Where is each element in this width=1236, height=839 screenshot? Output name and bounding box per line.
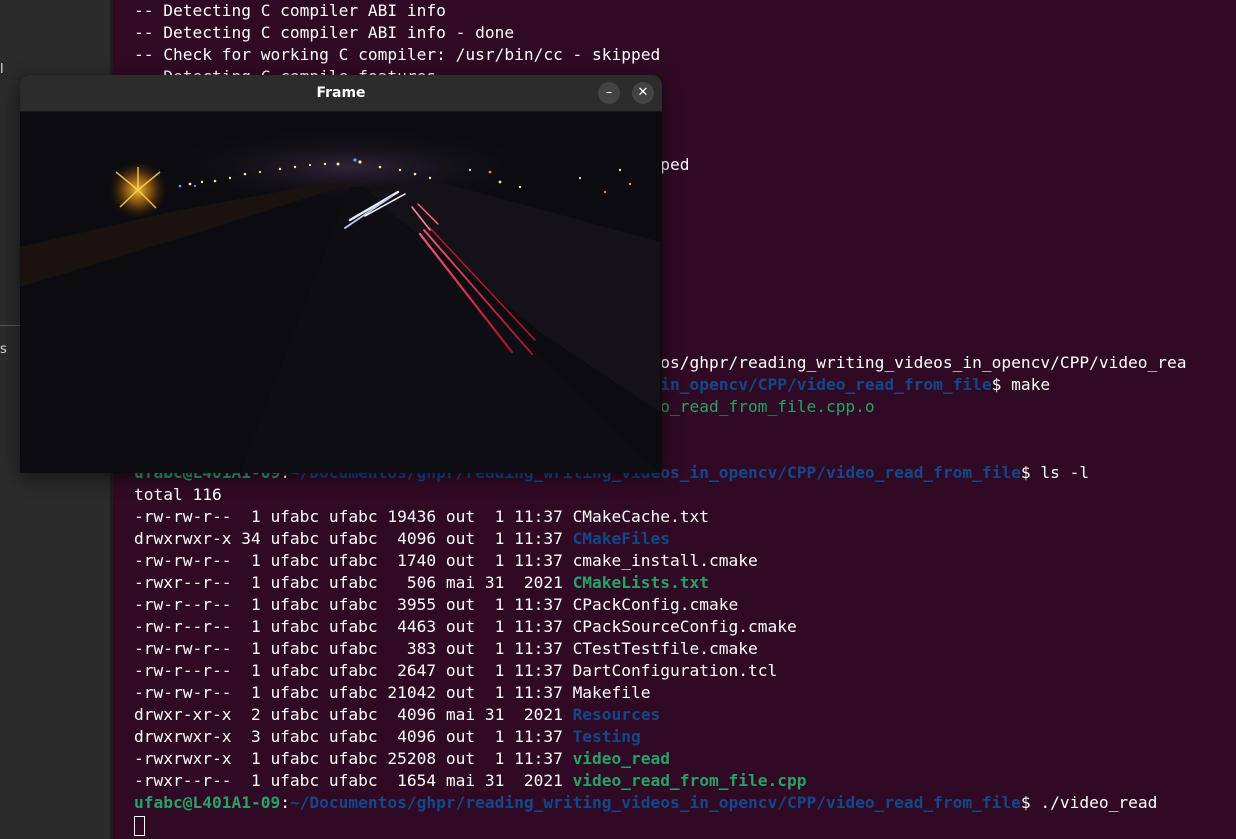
terminal-line: ufabc@L401A1-09:~/Documentos/ghpr/readin… (134, 792, 1187, 814)
minimize-icon: – (605, 85, 613, 100)
terminal-text-segment: -rw-rw-r-- 1 ufabc ufabc 1740 out 1 11:3… (134, 551, 573, 570)
terminal-line: -- Check for working C compiler: /usr/bi… (134, 44, 1187, 66)
terminal-text-segment: video_read (572, 749, 671, 768)
terminal-text-segment: CMakeLists.txt (572, 573, 710, 592)
terminal-text-segment: video_read_from_file.cpp (572, 771, 807, 790)
terminal-text-segment: CTestTestfile.cmake (572, 639, 758, 658)
terminal-line: drwxr-xr-x 2 ufabc ufabc 4096 mai 31 202… (134, 704, 1187, 726)
terminal-text-segment: -rwxr--r-- 1 ufabc ufabc 506 mai 31 2021 (134, 573, 573, 592)
terminal-line: -rwxr--r-- 1 ufabc ufabc 506 mai 31 2021… (134, 572, 1187, 594)
terminal-line: drwxrwxr-x 34 ufabc ufabc 4096 out 1 11:… (134, 528, 1187, 550)
terminal-text-segment: CPackSourceConfig.cmake (572, 617, 797, 636)
terminal-text-segment: ~/Documentos/ghpr/reading_writing_videos… (289, 793, 1021, 812)
terminal-text-segment: $ ls -l (1020, 463, 1090, 482)
frame-titlebar[interactable]: Frame – ✕ (20, 75, 662, 112)
minimize-button[interactable]: – (598, 82, 620, 104)
terminal-text-segment: -rw-rw-r-- 1 ufabc ufabc 383 out 1 11:37 (134, 639, 573, 658)
terminal-text-segment: CMakeFiles (572, 529, 671, 548)
terminal-text-segment: -rw-rw-r-- 1 ufabc ufabc 21042 out 1 11:… (134, 683, 573, 702)
terminal-text-segment: : (280, 793, 290, 812)
terminal-text-segment: total 116 (134, 485, 222, 504)
terminal-text-segment: CPackConfig.cmake (572, 595, 739, 614)
terminal-cursor (134, 815, 145, 836)
terminal-text-segment: $ ./video_read (1020, 793, 1158, 812)
terminal-text-segment: Testing (572, 727, 641, 746)
terminal-text-segment: -rw-r--r-- 1 ufabc ufabc 2647 out 1 11:3… (134, 661, 573, 680)
side-panel-divider (0, 325, 22, 326)
terminal-line: -rw-r--r-- 1 ufabc ufabc 2647 out 1 11:3… (134, 660, 1187, 682)
frame-title: Frame (316, 85, 366, 101)
terminal-text-segment: -rw-r--r-- 1 ufabc ufabc 3955 out 1 11:3… (134, 595, 573, 614)
terminal-text-segment: -rwxrwxr-x 1 ufabc ufabc 25208 out 1 11:… (134, 749, 573, 768)
terminal-text-segment: ufabc@L401A1-09 (134, 793, 281, 812)
terminal-text-segment: -- Check for working C compiler: /usr/bi… (134, 45, 661, 64)
terminal-line: -rw-r--r-- 1 ufabc ufabc 3955 out 1 11:3… (134, 594, 1187, 616)
terminal-text-segment: DartConfiguration.tcl (572, 661, 778, 680)
terminal-text-segment: Resources (572, 705, 661, 724)
terminal-text-segment: -- Detecting C compiler ABI info (134, 1, 446, 20)
video-frame (20, 112, 662, 473)
side-panel-fragment-bottom: s (0, 342, 7, 357)
close-icon: ✕ (637, 85, 649, 100)
terminal-line: -rw-r--r-- 1 ufabc ufabc 4463 out 1 11:3… (134, 616, 1187, 638)
terminal-line: -rw-rw-r-- 1 ufabc ufabc 19436 out 1 11:… (134, 506, 1187, 528)
terminal-text-segment: drwxr-xr-x 2 ufabc ufabc 4096 mai 31 202… (134, 705, 573, 724)
terminal-line: -rw-rw-r-- 1 ufabc ufabc 1740 out 1 11:3… (134, 550, 1187, 572)
terminal-line: -rwxr--r-- 1 ufabc ufabc 1654 mai 31 202… (134, 770, 1187, 792)
terminal-text-segment: drwxrwxr-x 3 ufabc ufabc 4096 out 1 11:3… (134, 727, 573, 746)
terminal-text-segment: drwxrwxr-x 34 ufabc ufabc 4096 out 1 11:… (134, 529, 573, 548)
terminal-text-segment: $ make (991, 375, 1051, 394)
terminal-text-segment: cmake_install.cmake (572, 551, 758, 570)
terminal-text-segment: -rw-r--r-- 1 ufabc ufabc 4463 out 1 11:3… (134, 617, 573, 636)
frame-window[interactable]: Frame – ✕ (20, 75, 662, 473)
terminal-line: -- Detecting C compiler ABI info (134, 0, 1187, 22)
terminal-text-segment: -rwxr--r-- 1 ufabc ufabc 1654 mai 31 202… (134, 771, 573, 790)
close-button[interactable]: ✕ (632, 82, 654, 104)
side-panel-fragment-top: l (0, 62, 4, 77)
terminal-text-segment: -rw-rw-r-- 1 ufabc ufabc 19436 out 1 11:… (134, 507, 573, 526)
terminal-text-segment: -- Detecting C compiler ABI info - done (134, 23, 515, 42)
terminal-line: drwxrwxr-x 3 ufabc ufabc 4096 out 1 11:3… (134, 726, 1187, 748)
terminal-line: -rw-rw-r-- 1 ufabc ufabc 21042 out 1 11:… (134, 682, 1187, 704)
terminal-line: -rwxrwxr-x 1 ufabc ufabc 25208 out 1 11:… (134, 748, 1187, 770)
terminal-text-segment: CMakeCache.txt (572, 507, 710, 526)
terminal-line: total 116 (134, 484, 1187, 506)
terminal-line: -- Detecting C compiler ABI info - done (134, 22, 1187, 44)
terminal-input-line[interactable] (134, 814, 1187, 836)
terminal-text-segment: Makefile (572, 683, 651, 702)
terminal-line: -rw-rw-r-- 1 ufabc ufabc 383 out 1 11:37… (134, 638, 1187, 660)
